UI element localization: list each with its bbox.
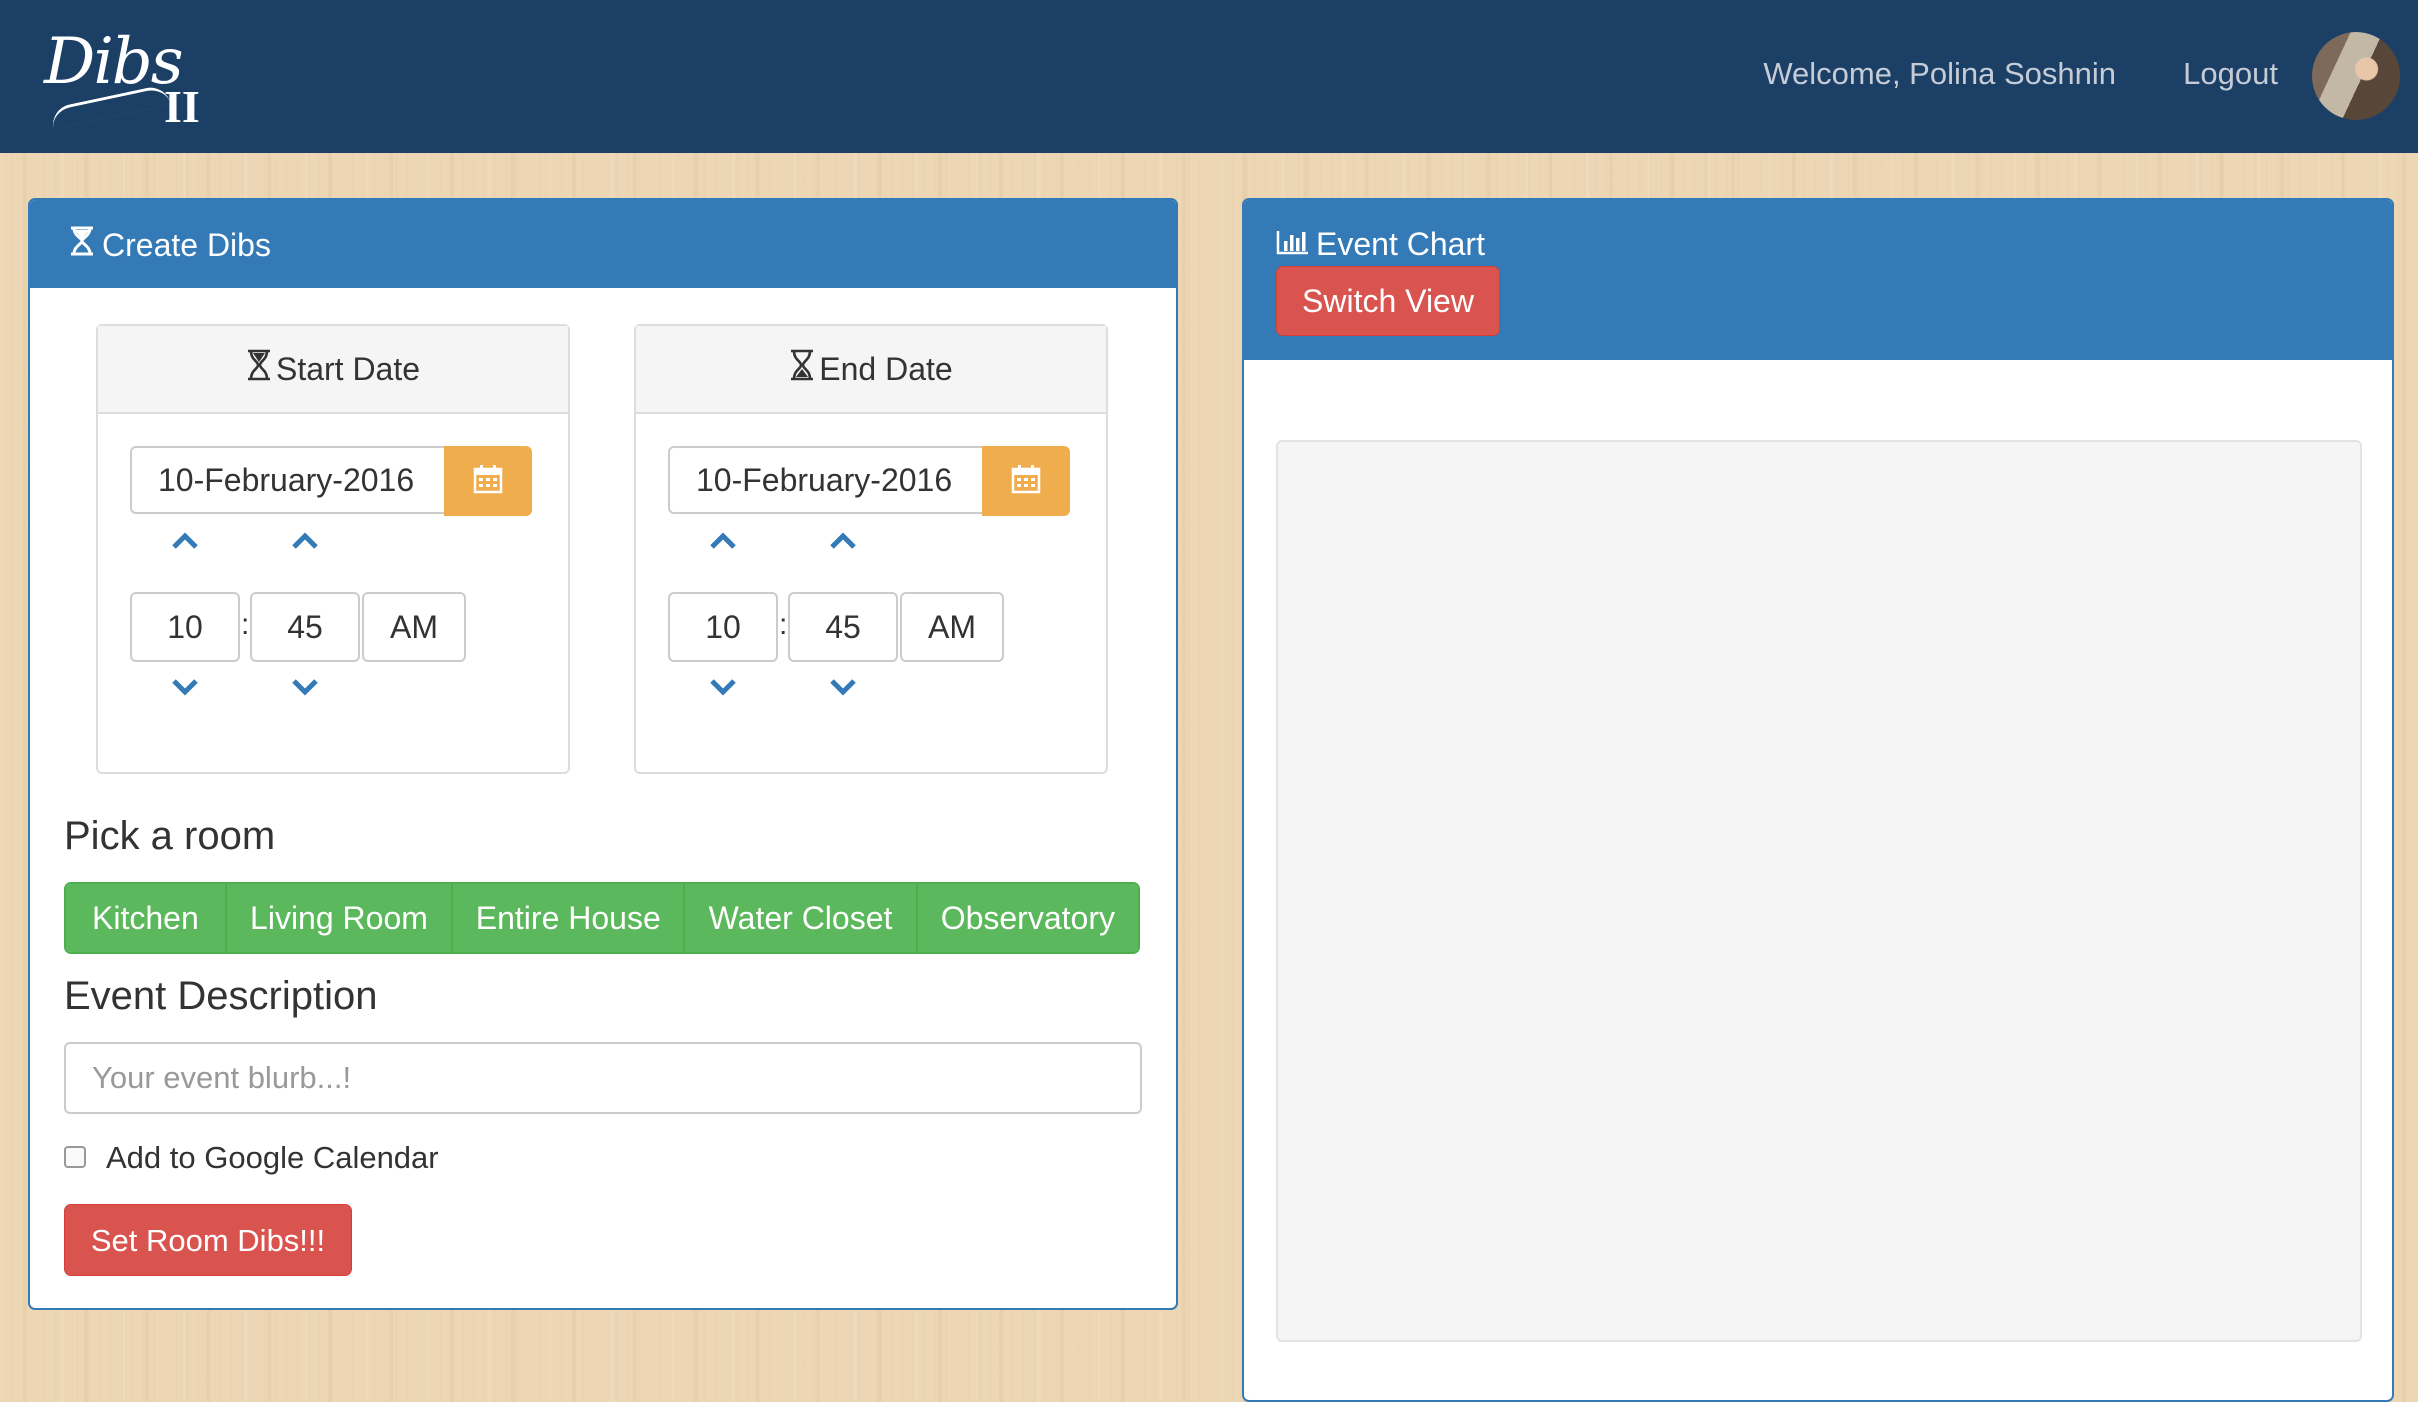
google-calendar-checkbox[interactable] (64, 1146, 86, 1168)
top-navbar: Dibs II Welcome, Polina Soshnin Logout (0, 0, 2418, 153)
room-button-group: Kitchen Living Room Entire House Water C… (64, 882, 1140, 954)
end-date-header: End Date (636, 326, 1106, 414)
event-chart-panel: Event Chart Switch View (1242, 198, 2394, 1402)
end-date-picker: End Date 10-February-2016 10 : 45 AM (634, 324, 1108, 774)
logo-numeral: II (164, 81, 200, 132)
room-button-living-room[interactable]: Living Room (226, 884, 454, 952)
hourglass-icon (68, 226, 96, 264)
time-separator: : (241, 608, 250, 641)
event-description-heading: Event Description (64, 974, 378, 1018)
pick-room-heading: Pick a room (64, 814, 276, 858)
calendar-icon (473, 464, 503, 499)
hourglass-start-icon (246, 349, 272, 389)
start-date-input[interactable]: 10-February-2016 (130, 446, 444, 514)
start-minute-down-chevron-icon[interactable] (285, 672, 325, 702)
set-room-dibs-button[interactable]: Set Room Dibs!!! (64, 1204, 352, 1276)
create-dibs-panel: Create Dibs Start Date 10-February-2016 … (28, 198, 1178, 1310)
room-button-kitchen[interactable]: Kitchen (66, 884, 227, 952)
panel-title: Create Dibs (102, 226, 271, 263)
panel-title: Event Chart (1316, 226, 1485, 262)
end-minute-down-chevron-icon[interactable] (823, 672, 863, 702)
create-dibs-heading: Create Dibs (30, 200, 1176, 288)
start-minute-up-chevron-icon[interactable] (285, 526, 325, 556)
user-avatar[interactable] (2312, 32, 2400, 120)
start-date-header: Start Date (98, 326, 568, 414)
time-separator: : (779, 608, 788, 641)
hourglass-end-icon (789, 349, 815, 389)
end-minute-input[interactable]: 45 (788, 592, 898, 662)
bar-chart-icon (1276, 226, 1310, 263)
logout-link[interactable]: Logout (2183, 56, 2278, 92)
start-hour-input[interactable]: 10 (130, 592, 240, 662)
google-calendar-label[interactable]: Add to Google Calendar (106, 1140, 439, 1176)
start-hour-down-chevron-icon[interactable] (165, 672, 205, 702)
end-date-label: End Date (819, 350, 953, 387)
start-meridian-toggle[interactable]: AM (362, 592, 466, 662)
event-chart-heading: Event Chart Switch View (1244, 200, 2392, 360)
room-button-entire-house[interactable]: Entire House (453, 884, 686, 952)
end-hour-up-chevron-icon[interactable] (703, 526, 743, 556)
start-hour-up-chevron-icon[interactable] (165, 526, 205, 556)
start-calendar-button[interactable] (444, 446, 532, 516)
start-minute-input[interactable]: 45 (250, 592, 360, 662)
logo-script: Dibs (44, 25, 184, 99)
switch-view-button[interactable]: Switch View (1276, 266, 1500, 336)
room-button-water-closet[interactable]: Water Closet (685, 884, 918, 952)
start-date-picker: Start Date 10-February-2016 10 : 45 AM (96, 324, 570, 774)
end-minute-up-chevron-icon[interactable] (823, 526, 863, 556)
welcome-text: Welcome, Polina Soshnin (1763, 56, 2116, 91)
end-meridian-toggle[interactable]: AM (900, 592, 1004, 662)
calendar-icon (1011, 464, 1041, 499)
dibs-logo[interactable]: Dibs II (44, 25, 204, 132)
event-chart-canvas[interactable] (1276, 440, 2362, 1342)
event-description-input[interactable]: Your event blurb...! (64, 1042, 1142, 1114)
end-date-input[interactable]: 10-February-2016 (668, 446, 982, 514)
end-calendar-button[interactable] (982, 446, 1070, 516)
start-date-label: Start Date (275, 350, 421, 387)
room-button-observatory[interactable]: Observatory (917, 884, 1138, 952)
end-hour-down-chevron-icon[interactable] (703, 672, 743, 702)
end-hour-input[interactable]: 10 (668, 592, 778, 662)
